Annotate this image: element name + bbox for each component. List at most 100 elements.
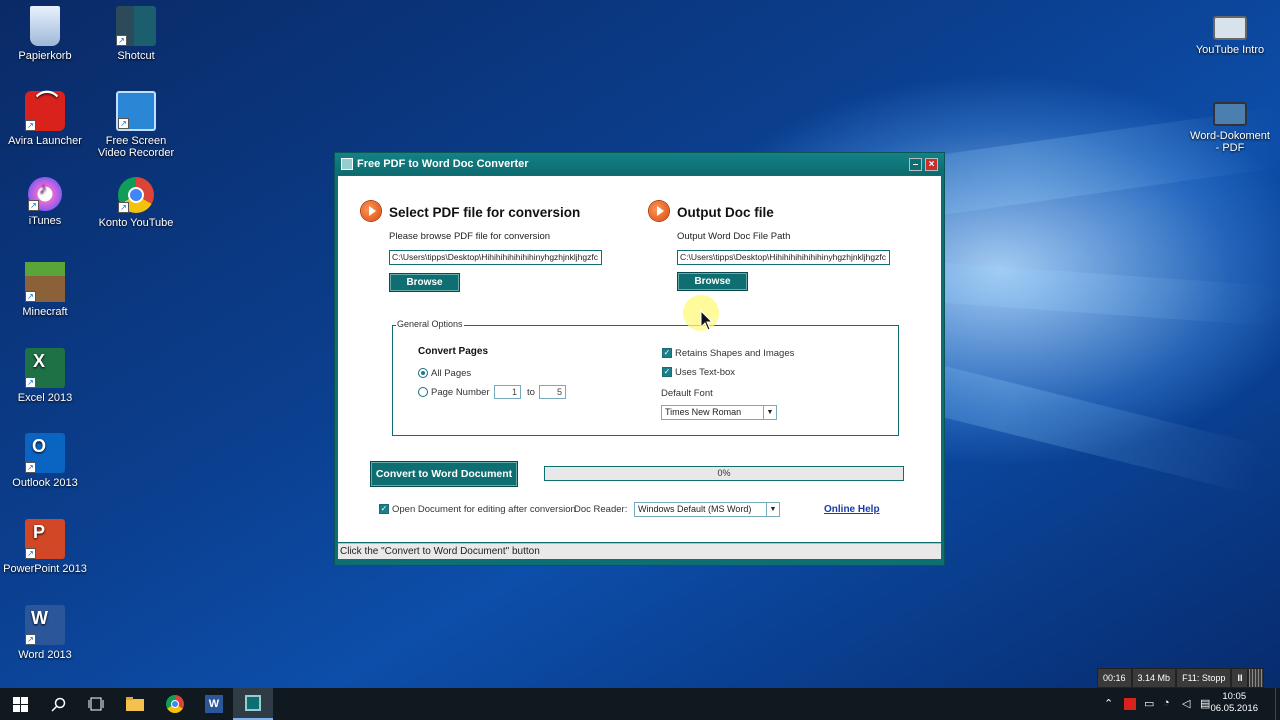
desktop-icon-youtube-intro[interactable]: YouTube Intro (1188, 16, 1272, 56)
default-font-label: Default Font (661, 388, 713, 399)
desktop-icon-minecraft[interactable]: ↗ Minecraft (3, 262, 87, 318)
outlook-icon: O ↗ (25, 433, 65, 473)
desktop-icon-label: Papierkorb (18, 50, 72, 62)
all-pages-label[interactable]: All Pages (431, 368, 471, 379)
output-section-subtitle: Output Word Doc File Path (677, 231, 791, 242)
minimize-button[interactable]: – (909, 158, 922, 171)
battery-icon[interactable]: ▭ (1144, 697, 1154, 710)
word-icon: W ↗ (25, 605, 65, 645)
open-after-label[interactable]: Open Document for editing after conversi… (392, 504, 576, 515)
chevron-down-icon[interactable]: ▼ (766, 503, 779, 516)
clock-date: 06.05.2016 (1210, 703, 1258, 714)
task-view-icon (88, 697, 104, 711)
taskbar-clock[interactable]: 10:05 06.05.2016 (1210, 691, 1258, 715)
input-path-field[interactable]: C:\Users\tipps\Desktop\Hihihihihihihihin… (389, 250, 602, 265)
recorder-stop-button[interactable]: F11: Stopp (1176, 668, 1232, 688)
output-browse-button[interactable]: Browse (677, 272, 748, 291)
status-bar: Click the "Convert to Word Document" but… (338, 543, 941, 559)
tray-overflow-icon[interactable]: ⌃ (1104, 697, 1113, 710)
desktop-icon-label: Word-Dokoment - PDF (1190, 130, 1270, 154)
output-path-field[interactable]: C:\Users\tipps\Desktop\Hihihihihihihihin… (677, 250, 890, 265)
avira-icon: ⌒ ↗ (25, 91, 65, 131)
show-desktop-button[interactable] (1275, 688, 1280, 720)
page-from-input[interactable]: 1 (494, 385, 521, 399)
folder-icon (126, 697, 144, 711)
avira-tray-icon[interactable] (1124, 698, 1136, 710)
desktop-icon-powerpoint[interactable]: P ↗ PowerPoint 2013 (3, 519, 87, 575)
desktop-icon-label: Word 2013 (18, 649, 72, 661)
doc-reader-select[interactable]: Windows Default (MS Word) ▼ (634, 502, 780, 517)
window-titlebar[interactable]: Free PDF to Word Doc Converter – × (335, 153, 944, 175)
recorder-pause-button[interactable]: II (1231, 668, 1249, 688)
convert-button[interactable]: Convert to Word Document (370, 461, 518, 487)
desktop-icon-label: Shotcut (117, 50, 155, 62)
chevron-down-icon[interactable]: ▼ (763, 406, 776, 419)
desktop-icon-word-dokoment-pdf[interactable]: Word-Dokoment - PDF (1188, 102, 1272, 154)
taskbar-word[interactable]: W (194, 688, 234, 720)
desktop-icon-avira[interactable]: ⌒ ↗ Avira Launcher (3, 91, 87, 147)
desktop-icon-excel[interactable]: X ↗ Excel 2013 (3, 348, 87, 404)
uses-textbox-label[interactable]: Uses Text-box (675, 367, 735, 378)
input-browse-button[interactable]: Browse (389, 273, 460, 292)
volume-icon[interactable]: ◁ (1182, 697, 1190, 710)
desktop-icon-itunes[interactable]: ♪ ↗ iTunes (3, 177, 87, 227)
page-to-label: to (527, 387, 535, 398)
desktop-icon-free-screen-video-recorder[interactable]: ↗ Free Screen Video Recorder (94, 91, 178, 159)
all-pages-radio[interactable] (418, 368, 428, 378)
online-help-link[interactable]: Online Help (824, 504, 880, 515)
page-number-label[interactable]: Page Number (431, 387, 490, 398)
uses-textbox-checkbox[interactable]: ✓ (662, 367, 672, 377)
general-options-group: General Options Convert Pages All Pages … (392, 319, 899, 436)
desktop-icon-word[interactable]: W ↗ Word 2013 (3, 605, 87, 661)
recycle-bin-icon (30, 6, 60, 46)
windows-logo-icon (12, 696, 28, 712)
desktop-icon-label: iTunes (28, 215, 62, 227)
convert-pages-label: Convert Pages (418, 346, 489, 357)
network-icon[interactable]: ◔ (1163, 697, 1170, 709)
screen-recorder-icon: ↗ (116, 91, 156, 131)
app-icon (341, 158, 353, 170)
page-to-input[interactable]: 5 (539, 385, 566, 399)
desktop-icon-papierkorb[interactable]: Papierkorb (3, 6, 87, 62)
desktop-icon-label: Outlook 2013 (12, 477, 78, 489)
itunes-icon: ♪ ↗ (28, 177, 62, 211)
chrome-icon: ↗ (118, 177, 154, 213)
start-button[interactable] (0, 688, 40, 720)
clock-time: 10:05 (1222, 691, 1247, 702)
output-section-heading: Output Doc file (677, 205, 774, 220)
search-icon (50, 697, 65, 712)
excel-icon: X ↗ (25, 348, 65, 388)
default-font-select[interactable]: Times New Roman ▼ (661, 405, 777, 420)
progress-text: 0% (717, 468, 731, 478)
desktop-icon-label: Minecraft (22, 306, 68, 318)
word-icon: W (205, 695, 223, 713)
retains-shapes-label[interactable]: Retains Shapes and Images (675, 348, 794, 359)
desktop-icon-label: Avira Launcher (8, 135, 82, 147)
recording-time: 00:16 (1097, 668, 1132, 688)
desktop-icon-konto-youtube[interactable]: ↗ Konto YouTube (94, 177, 178, 229)
desktop-icon-label: Free Screen Video Recorder (97, 135, 175, 159)
doc-reader-value: Windows Default (MS Word) (638, 504, 752, 514)
minecraft-icon: ↗ (25, 262, 65, 302)
desktop-icon-outlook[interactable]: O ↗ Outlook 2013 (3, 433, 87, 489)
page-number-radio[interactable] (418, 387, 428, 397)
retains-shapes-checkbox[interactable]: ✓ (662, 348, 672, 358)
input-section-heading: Select PDF file for conversion (389, 205, 581, 220)
search-button[interactable] (38, 688, 78, 720)
converter-app-icon (245, 695, 261, 711)
close-button[interactable]: × (925, 158, 938, 171)
desktop-icon-label: Konto YouTube (98, 217, 174, 229)
taskbar-pdf-converter[interactable] (233, 688, 273, 720)
recorder-grip-icon[interactable] (1248, 668, 1265, 688)
open-after-checkbox[interactable]: ✓ (379, 504, 389, 514)
video-file-icon (1213, 16, 1247, 40)
desktop-icon-shotcut[interactable]: ↗ Shotcut (94, 6, 178, 62)
general-options-legend: General Options (396, 319, 464, 329)
taskbar: W ⌃ ▭ ◔ ◁ ▤ 10:05 06.05.2016 (0, 688, 1280, 720)
play-arrow-icon (649, 201, 669, 221)
recorder-panel: 00:16 3.14 Mb F11: Stopp II (1097, 668, 1265, 688)
task-view-button[interactable] (76, 688, 116, 720)
action-center-icon[interactable]: ▤ (1200, 697, 1210, 710)
taskbar-chrome[interactable] (155, 688, 195, 720)
taskbar-file-explorer[interactable] (115, 688, 155, 720)
